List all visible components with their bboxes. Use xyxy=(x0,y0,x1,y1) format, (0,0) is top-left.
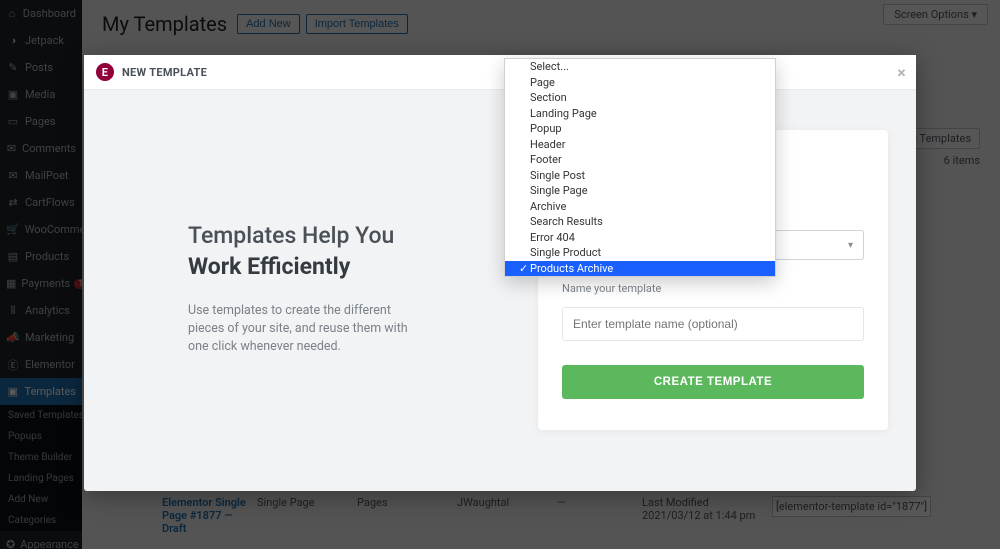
intro-paragraph: Use templates to create the different pi… xyxy=(188,302,418,356)
option-label: Products Archive xyxy=(530,262,613,276)
modal-intro: Templates Help You Work Efficiently Use … xyxy=(112,130,453,461)
option-label: Landing Page xyxy=(530,107,597,121)
option-label: Page xyxy=(530,76,555,90)
dropdown-option[interactable]: Section xyxy=(505,90,775,106)
new-template-modal: E NEW TEMPLATE × Templates Help You Work… xyxy=(84,55,916,491)
close-icon[interactable]: × xyxy=(897,63,906,82)
dropdown-option[interactable]: Landing Page xyxy=(505,106,775,122)
check-icon: ✓ xyxy=(519,262,530,276)
template-name-input[interactable] xyxy=(562,307,864,341)
dropdown-option[interactable]: Single Product xyxy=(505,245,775,261)
option-label: Footer xyxy=(530,153,562,167)
dropdown-option[interactable]: Popup xyxy=(505,121,775,137)
dropdown-option[interactable]: ✓Products Archive xyxy=(505,261,775,277)
option-label: Search Results xyxy=(530,215,603,229)
intro-heading: Templates Help You Work Efficiently xyxy=(188,220,423,282)
option-label: Select... xyxy=(530,60,569,74)
template-name-label: Name your template xyxy=(562,282,864,295)
chevron-down-icon: ▾ xyxy=(848,240,853,251)
dropdown-option[interactable]: Page xyxy=(505,75,775,91)
dropdown-option[interactable]: Search Results xyxy=(505,214,775,230)
option-label: Single Page xyxy=(530,184,588,198)
template-type-dropdown[interactable]: Select... PageSection Landing PagePopup Hea… xyxy=(504,58,776,277)
create-template-button[interactable]: CREATE TEMPLATE xyxy=(562,365,864,399)
dropdown-option[interactable]: Footer xyxy=(505,152,775,168)
option-label: Single Product xyxy=(530,246,601,260)
dropdown-option[interactable]: Select... xyxy=(505,59,775,75)
option-label: Header xyxy=(530,138,565,152)
dropdown-option[interactable]: Header xyxy=(505,137,775,153)
dropdown-option[interactable]: Single Post xyxy=(505,168,775,184)
option-label: Error 404 xyxy=(530,231,575,245)
dropdown-option[interactable]: Error 404 xyxy=(505,230,775,246)
elementor-logo-icon: E xyxy=(96,63,114,81)
dropdown-option[interactable]: Single Page xyxy=(505,183,775,199)
option-label: Single Post xyxy=(530,169,585,183)
modal-title: NEW TEMPLATE xyxy=(122,66,207,79)
modal-titlebar: E NEW TEMPLATE × xyxy=(84,55,916,90)
option-label: Popup xyxy=(530,122,562,136)
option-label: Archive xyxy=(530,200,566,214)
dropdown-option[interactable]: Archive xyxy=(505,199,775,215)
option-label: Section xyxy=(530,91,567,105)
